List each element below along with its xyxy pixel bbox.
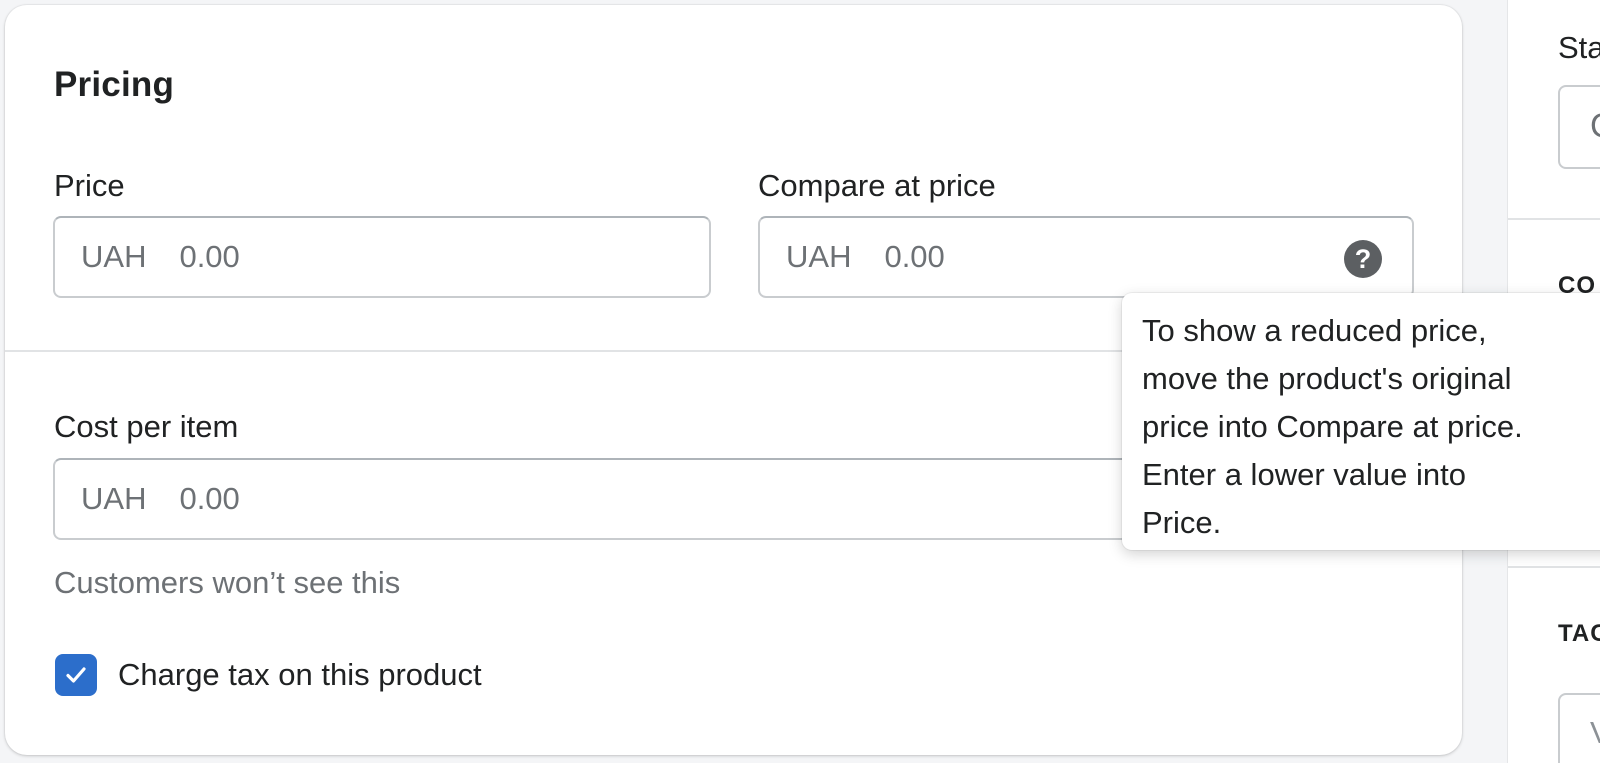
sidebar-divider — [1508, 566, 1600, 568]
tags-heading: TAC — [1558, 620, 1600, 647]
cost-per-item-label: Cost per item — [54, 409, 239, 444]
cost-per-item-placeholder: 0.00 — [179, 481, 240, 516]
price-label: Price — [54, 168, 125, 203]
status-select-value: C — [1590, 107, 1600, 146]
pricing-card-title: Pricing — [54, 65, 175, 104]
charge-tax-checkbox-row[interactable]: Charge tax on this product — [55, 654, 482, 696]
question-circle-icon[interactable]: ? — [1344, 240, 1382, 278]
price-currency-prefix: UAH — [81, 239, 147, 274]
tags-input[interactable]: V — [1558, 693, 1600, 763]
checkmark-icon — [66, 667, 86, 683]
sidebar-divider — [1508, 218, 1600, 220]
tags-input-placeholder: V — [1590, 715, 1600, 751]
status-label: Sta — [1558, 30, 1600, 65]
price-placeholder: 0.00 — [179, 239, 240, 274]
product-editor-page: Pricing Price UAH 0.00 Compare at price … — [0, 0, 1600, 763]
compare-at-price-currency-prefix: UAH — [786, 239, 852, 274]
tooltip-line: price into Compare at price. — [1142, 409, 1523, 444]
compare-at-price-input[interactable]: UAH 0.00 ? — [758, 216, 1414, 298]
compare-at-price-placeholder: 0.00 — [884, 239, 945, 274]
status-select[interactable]: C — [1558, 85, 1600, 169]
tooltip-line: Price. — [1142, 505, 1222, 540]
tooltip-line: Enter a lower value into — [1142, 457, 1466, 492]
charge-tax-label: Charge tax on this product — [118, 657, 482, 692]
tooltip-line: To show a reduced price, — [1142, 313, 1487, 348]
cost-per-item-currency-prefix: UAH — [81, 481, 147, 516]
tooltip-line: move the product's original — [1142, 361, 1512, 396]
compare-at-price-label: Compare at price — [758, 168, 996, 203]
compare-at-price-tooltip: To show a reduced price, move the produc… — [1122, 293, 1600, 550]
price-input[interactable]: UAH 0.00 — [53, 216, 711, 298]
cost-per-item-help-text: Customers won’t see this — [54, 565, 401, 600]
charge-tax-checkbox[interactable] — [55, 654, 97, 696]
